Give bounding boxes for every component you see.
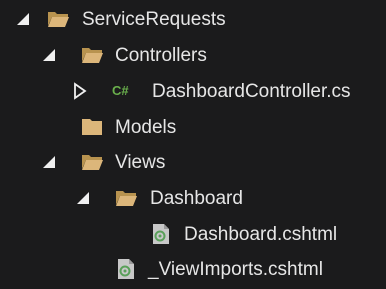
tree-node-dashboard-folder[interactable]: Dashboard: [0, 181, 386, 217]
tree-node-servicerequests[interactable]: ServiceRequests: [0, 2, 386, 38]
tree-node-models[interactable]: Models: [0, 110, 386, 146]
tree-node-views[interactable]: Views: [0, 145, 386, 181]
expanded-arrow-icon[interactable]: [76, 189, 92, 207]
tree-node-label: Dashboard: [150, 188, 243, 209]
expanded-arrow-icon[interactable]: [42, 153, 58, 171]
expanded-arrow-icon[interactable]: [16, 10, 32, 28]
folder-closed-icon: [82, 119, 102, 135]
solution-explorer-tree: ServiceRequests Controllers C# Dashboard…: [0, 0, 386, 289]
razor-file-icon: [153, 224, 169, 244]
folder-open-icon: [48, 12, 69, 27]
tree-node-label: Views: [115, 152, 166, 173]
collapsed-arrow-icon[interactable]: [72, 82, 88, 100]
folder-open-icon: [116, 191, 137, 206]
tree-node-label: Models: [115, 117, 177, 138]
tree-node-viewimports-cshtml[interactable]: _ViewImports.cshtml: [0, 252, 386, 288]
tree-node-controllers[interactable]: Controllers: [0, 38, 386, 74]
tree-node-label: Controllers: [115, 45, 207, 66]
tree-node-dashboardcontroller[interactable]: C# DashboardController.cs: [0, 74, 386, 110]
tree-node-label: _ViewImports.cshtml: [148, 259, 323, 280]
csharp-file-icon: C#: [112, 83, 129, 98]
tree-node-dashboard-cshtml[interactable]: Dashboard.cshtml: [0, 217, 386, 253]
tree-node-label: DashboardController.cs: [152, 81, 351, 102]
folder-open-icon: [82, 155, 103, 170]
tree-node-label: ServiceRequests: [82, 9, 226, 30]
folder-open-icon: [82, 48, 103, 63]
razor-file-icon: [118, 259, 134, 279]
tree-node-label: Dashboard.cshtml: [184, 224, 338, 245]
expanded-arrow-icon[interactable]: [42, 46, 58, 64]
